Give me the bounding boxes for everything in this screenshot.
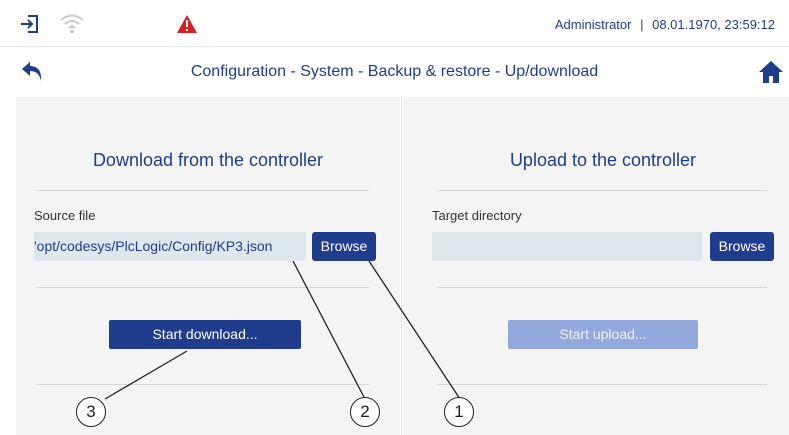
callout-2-leader [292, 260, 366, 400]
callout-1-leader [368, 260, 461, 400]
callout-1: 1 [444, 397, 474, 427]
callout-2: 2 [350, 397, 380, 427]
callout-3-leader [104, 350, 188, 400]
callout-3: 3 [76, 397, 106, 427]
callout-leaders [104, 260, 461, 400]
